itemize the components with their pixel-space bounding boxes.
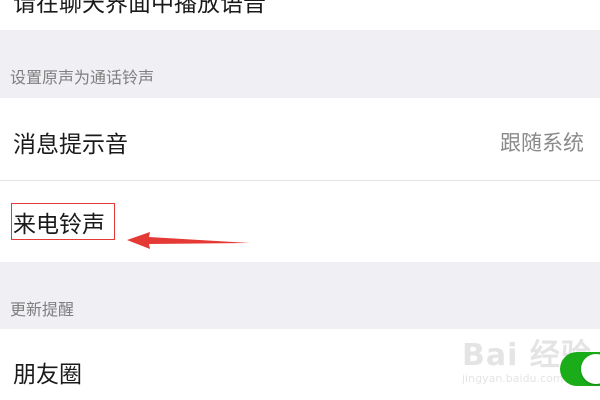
section-header-update-reminder: 更新提醒 <box>10 300 75 319</box>
moments-toggle[interactable] <box>560 352 600 386</box>
moments-label: 朋友圈 <box>13 362 82 388</box>
toggle-knob <box>581 354 600 384</box>
watermark-url: jingyan.baidu.com <box>462 372 564 385</box>
